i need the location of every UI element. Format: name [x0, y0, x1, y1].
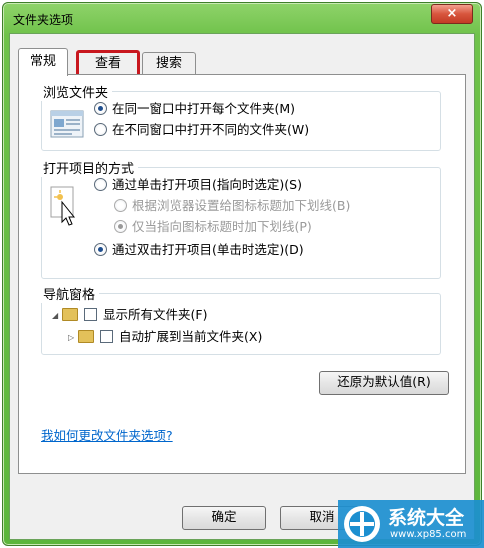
expanded-arrow-icon: ◢ — [52, 310, 59, 320]
radio-button[interactable] — [94, 243, 107, 256]
open-items-group: 打开项目的方式 通过单击打开项目(指向时选定)(S) 根据浏览器设置给图标标题加… — [41, 158, 441, 279]
radio-label: 在同一窗口中打开每个文件夹(M) — [112, 101, 296, 116]
radio-label: 通过双击打开项目(单击时选定)(D) — [112, 242, 304, 257]
radio-single-click[interactable]: 通过单击打开项目(指向时选定)(S) — [94, 176, 302, 194]
radio-underline-point[interactable]: 仅当指向图标标题时加下划线(P) — [114, 218, 312, 236]
ok-button[interactable]: 确定 — [182, 506, 266, 530]
radio-button[interactable] — [94, 123, 107, 136]
radio-button[interactable] — [114, 220, 127, 233]
radio-label: 根据浏览器设置给图标标题加下划线(B) — [132, 198, 351, 213]
folder-icon — [78, 330, 94, 343]
tab-search[interactable]: 搜索 — [142, 52, 196, 75]
checkbox[interactable] — [100, 330, 113, 343]
close-button[interactable]: × — [431, 4, 473, 24]
navigation-pane-group: 导航窗格 ◢ 显示所有文件夹(F) ▷ 自动扩展到当前文件夹(X) — [41, 284, 441, 355]
tab-panel-general: 浏览文件夹 在同一窗口中打开每个文件夹(M) 在不同窗口中打开不同的文件夹(W) — [18, 74, 466, 474]
radio-different-window[interactable]: 在不同窗口中打开不同的文件夹(W) — [94, 121, 309, 139]
window-title: 文件夹选项 — [13, 13, 74, 27]
help-link[interactable]: 我如何更改文件夹选项? — [41, 425, 173, 444]
checkbox-label: 自动扩展到当前文件夹(X) — [119, 329, 263, 344]
folder-icon — [62, 308, 78, 321]
title-bar[interactable]: 文件夹选项 × — [3, 3, 481, 33]
radio-same-window[interactable]: 在同一窗口中打开每个文件夹(M) — [94, 100, 295, 118]
open-items-title: 打开项目的方式 — [41, 158, 139, 177]
folder-options-window: 文件夹选项 × 常规 查看 搜索 浏览文件夹 在同一窗口中打开每个文件夹(M) … — [2, 2, 482, 546]
navigation-pane-title: 导航窗格 — [41, 284, 100, 303]
radio-button[interactable] — [94, 102, 107, 115]
site-watermark: 系统大全 www.xp85.com — [338, 500, 484, 548]
restore-defaults-button[interactable]: 还原为默认值(R) — [319, 371, 449, 395]
dialog-body: 常规 查看 搜索 浏览文件夹 在同一窗口中打开每个文件夹(M) 在不同窗口中打开… — [9, 33, 475, 540]
checkbox-label: 显示所有文件夹(F) — [103, 307, 208, 322]
collapsed-arrow-icon: ▷ — [68, 332, 75, 342]
radio-label: 在不同窗口中打开不同的文件夹(W) — [112, 122, 310, 137]
watermark-site-name: 系统大全 — [388, 507, 465, 529]
radio-label: 通过单击打开项目(指向时选定)(S) — [112, 177, 302, 192]
checkbox[interactable] — [84, 308, 97, 321]
window-preview-icon — [50, 110, 84, 138]
watermark-url: www.xp85.com — [390, 529, 467, 540]
tab-general[interactable]: 常规 — [18, 48, 68, 76]
check-show-all-folders[interactable]: ◢ 显示所有文件夹(F) — [52, 306, 207, 324]
click-cursor-icon — [50, 186, 76, 226]
radio-label: 仅当指向图标标题时加下划线(P) — [132, 219, 312, 234]
radio-button[interactable] — [94, 178, 107, 191]
tab-strip: 常规 查看 搜索 — [18, 48, 458, 80]
browse-folders-group: 浏览文件夹 在同一窗口中打开每个文件夹(M) 在不同窗口中打开不同的文件夹(W) — [41, 82, 441, 151]
browse-folders-title: 浏览文件夹 — [41, 82, 113, 101]
radio-double-click[interactable]: 通过双击打开项目(单击时选定)(D) — [94, 241, 304, 259]
radio-underline-browser[interactable]: 根据浏览器设置给图标标题加下划线(B) — [114, 197, 350, 215]
radio-button[interactable] — [114, 199, 127, 212]
check-auto-expand[interactable]: ▷ 自动扩展到当前文件夹(X) — [68, 328, 262, 346]
